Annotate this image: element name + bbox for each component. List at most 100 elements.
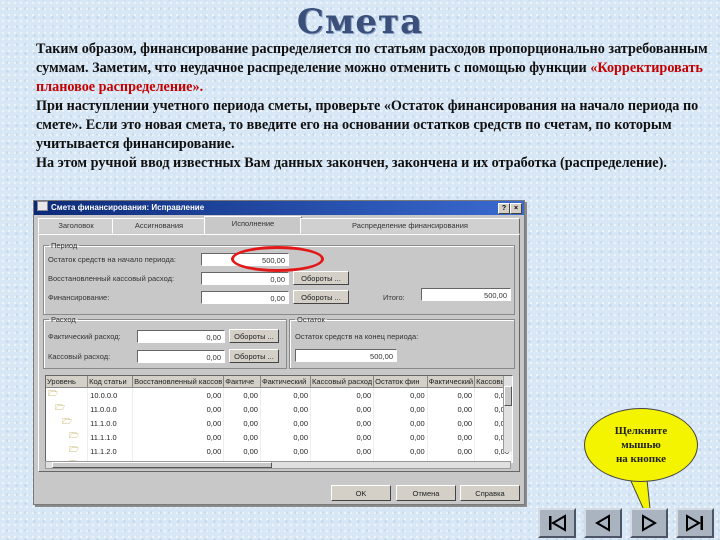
tab-execution[interactable]: Исполнение <box>204 216 302 235</box>
cash-turnover-button[interactable]: Обороты ... <box>229 349 279 363</box>
article-code-cell: 11.0.0.0 <box>87 402 134 416</box>
execution-panel: Период Остаток средств на начало периода… <box>38 234 520 472</box>
prev-icon <box>595 514 610 532</box>
cash-expense-label: Кассовый расход: <box>48 352 111 361</box>
paragraph-3: На этом ручной ввод известных Вам данных… <box>36 155 667 171</box>
total-label: Итого: <box>383 293 405 302</box>
grid-value-cell: 0,00 <box>427 444 476 458</box>
prev-slide-button[interactable] <box>584 508 622 538</box>
grid-column-header[interactable]: Код статьи <box>87 376 134 388</box>
closing-balance-label: Остаток средств на конец периода: <box>295 332 419 341</box>
first-slide-button[interactable] <box>538 508 576 538</box>
callout-line-1: Щелкните <box>614 425 668 437</box>
table-row[interactable]: 🗁 11.1.2.0 0,00 0,00 0,00 0,00 0,00 0,00 0,00 <box>46 444 512 458</box>
next-slide-button[interactable] <box>630 508 668 538</box>
grid-value-cell: 0,00 <box>373 416 428 430</box>
grid-horizontal-scrollbar[interactable] <box>45 461 511 469</box>
grid-table: Уровень Код статьи Восстановленный кассов Ф… <box>46 376 512 462</box>
folder-icon: 🗁 <box>46 444 89 458</box>
grid-value-cell: 0,00 <box>427 387 476 402</box>
window-title: Смета финансирования: Исправление <box>51 203 205 212</box>
article-code-cell: 11.1.0.0 <box>87 416 134 430</box>
financing-field[interactable]: 0,00 <box>201 291 289 304</box>
tab-appropriations[interactable]: Ассигнования <box>112 218 206 234</box>
folder-icon: 🗁 <box>46 387 89 402</box>
grid-column-header[interactable]: Восстановленный кассов <box>132 376 225 388</box>
opening-balance-label: Остаток средств на начало периода: <box>48 255 176 264</box>
actual-expense-field[interactable]: 0,00 <box>137 330 225 343</box>
grid-value-cell: 0,00 <box>427 416 476 430</box>
table-row[interactable]: 🗁 10.0.0.0 0,00 0,00 0,00 0,00 0,00 0,00 0,00 <box>46 387 512 402</box>
grid-vscroll-thumb[interactable] <box>504 386 512 406</box>
restored-expense-field[interactable]: 0,00 <box>201 272 289 285</box>
help-button[interactable]: Справка <box>460 485 520 501</box>
callout-line-2: мышью <box>621 439 661 451</box>
red-annotation-circle <box>231 246 324 272</box>
paragraph-2: При наступлении учетного периода сметы, … <box>36 98 699 152</box>
next-icon <box>642 514 657 532</box>
slide-navigation <box>538 508 716 538</box>
expense-legend: Расход <box>51 315 76 324</box>
grid-value-cell: 0,00 <box>260 416 312 430</box>
folder-icon: 🗁 <box>46 416 89 430</box>
grid-value-cell: 0,00 <box>427 402 476 416</box>
article-code-cell: 11.1.2.0 <box>87 444 134 458</box>
first-icon <box>549 514 566 532</box>
restored-expense-label: Восстановленный кассовый расход: <box>48 274 175 283</box>
grid-column-header[interactable]: Фактический <box>427 376 476 388</box>
closing-balance-field: 500,00 <box>295 349 397 362</box>
grid-value-cell: 0,00 <box>310 387 375 402</box>
grid-vertical-scrollbar[interactable] <box>503 376 512 452</box>
ok-button[interactable]: OK <box>331 485 391 501</box>
grid-column-header[interactable]: Фактический <box>260 376 312 388</box>
actual-turnover-button[interactable]: Обороты ... <box>229 329 279 343</box>
window-titlebar[interactable]: Смета финансирования: Исправление ? × <box>34 201 524 215</box>
grid-value-cell: 0,00 <box>223 387 261 402</box>
actual-expense-label: Фактический расход: <box>48 332 121 341</box>
grid-value-cell: 0,00 <box>223 402 261 416</box>
grid-value-cell: 0,00 <box>310 402 375 416</box>
table-row[interactable]: 🗁 11.1.1.0 0,00 0,00 0,00 0,00 0,00 0,00 0,00 <box>46 430 512 444</box>
restored-turnover-button[interactable]: Обороты ... <box>293 271 349 285</box>
tab-bar: Заголовок Ассигнования Исполнение Распре… <box>38 216 520 235</box>
article-code-cell: 10.0.0.0 <box>87 387 134 402</box>
grid-value-cell: 0,00 <box>427 430 476 444</box>
grid-value-cell: 0,00 <box>132 444 225 458</box>
grid-hscroll-thumb[interactable] <box>52 462 272 468</box>
grid-value-cell: 0,00 <box>310 444 375 458</box>
grid-value-cell: 0,00 <box>223 430 261 444</box>
grid-column-header[interactable]: Остаток фин <box>373 376 428 388</box>
last-slide-button[interactable] <box>676 508 714 538</box>
balance-legend: Остаток <box>297 315 325 324</box>
grid-value-cell: 0,00 <box>223 416 261 430</box>
estimate-grid[interactable]: Уровень Код статьи Восстановленный кассов Ф… <box>45 375 513 463</box>
table-row[interactable]: 🗁 11.0.0.0 0,00 0,00 0,00 0,00 0,00 0,00 0,00 <box>46 402 512 416</box>
table-row[interactable]: 🗁 11.1.0.0 0,00 0,00 0,00 0,00 0,00 0,00 0,00 <box>46 416 512 430</box>
grid-body: 🗁 10.0.0.0 0,00 0,00 0,00 0,00 0,00 0,00 0,00 🗁 11… <box>46 387 512 462</box>
financing-turnover-button[interactable]: Обороты ... <box>293 290 349 304</box>
period-legend: Период <box>51 241 78 250</box>
folder-icon: 🗁 <box>46 402 89 416</box>
grid-value-cell: 0,00 <box>132 387 225 402</box>
cash-expense-field[interactable]: 0,00 <box>137 350 225 363</box>
grid-value-cell: 0,00 <box>132 430 225 444</box>
grid-value-cell: 0,00 <box>373 387 428 402</box>
grid-column-header[interactable]: Кассовый расход <box>310 376 375 388</box>
instruction-callout: Щелкните мышью на кнопке <box>584 408 698 482</box>
grid-column-header[interactable]: Фактиче <box>223 376 261 388</box>
cancel-button[interactable]: Отмена <box>396 485 456 501</box>
grid-value-cell: 0,00 <box>132 416 225 430</box>
help-icon[interactable]: ? <box>498 203 510 214</box>
grid-header-row: Уровень Код статьи Восстановленный кассов Ф… <box>46 376 512 388</box>
grid-value-cell: 0,00 <box>373 402 428 416</box>
close-icon[interactable]: × <box>510 203 522 214</box>
tab-header[interactable]: Заголовок <box>38 218 114 234</box>
grid-value-cell: 0,00 <box>260 430 312 444</box>
grid-value-cell: 0,00 <box>310 430 375 444</box>
grid-value-cell: 0,00 <box>132 402 225 416</box>
slide-body: Таким образом, финансирование распределя… <box>36 40 714 173</box>
grid-column-header[interactable]: Уровень <box>46 376 89 388</box>
window-icon <box>37 201 48 211</box>
tab-financing-distribution[interactable]: Распределение финансирования <box>300 218 520 234</box>
paragraph-1: Таким образом, финансирование распределя… <box>36 40 714 97</box>
